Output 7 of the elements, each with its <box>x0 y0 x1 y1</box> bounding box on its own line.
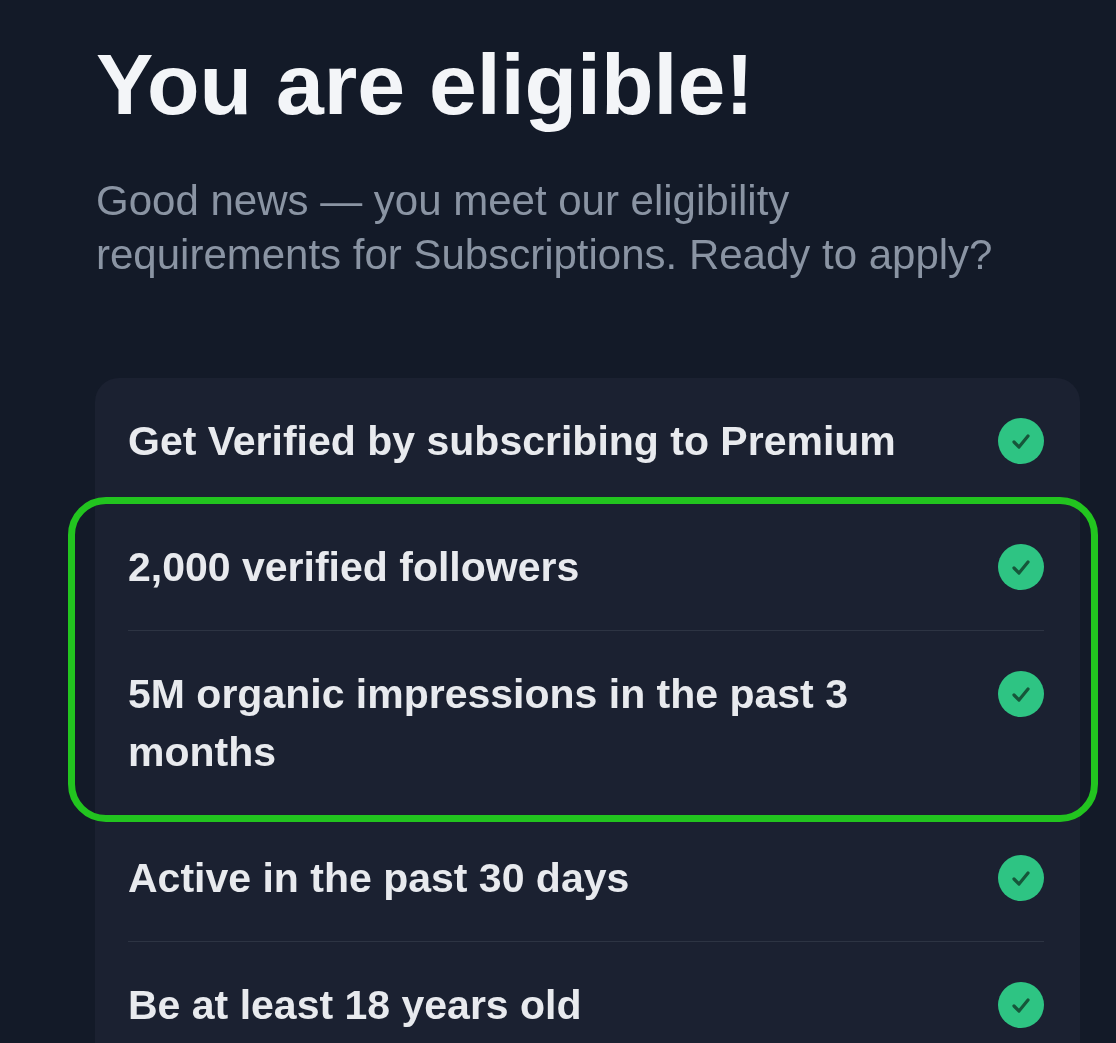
page-title: You are eligible! <box>96 36 754 132</box>
requirement-label: 5M organic impressions in the past 3 months <box>128 670 849 777</box>
requirement-label: Get Verified by subscribing to Premium <box>128 417 896 466</box>
requirement-label: Active in the past 30 days <box>128 854 630 903</box>
requirement-label: 2,000 verified followers <box>128 543 580 592</box>
description-text: Good news — you meet our eligibility requirements for Subscriptions. Ready to apply? <box>96 176 994 280</box>
requirement-label: Be at least 18 years old <box>128 981 582 1030</box>
